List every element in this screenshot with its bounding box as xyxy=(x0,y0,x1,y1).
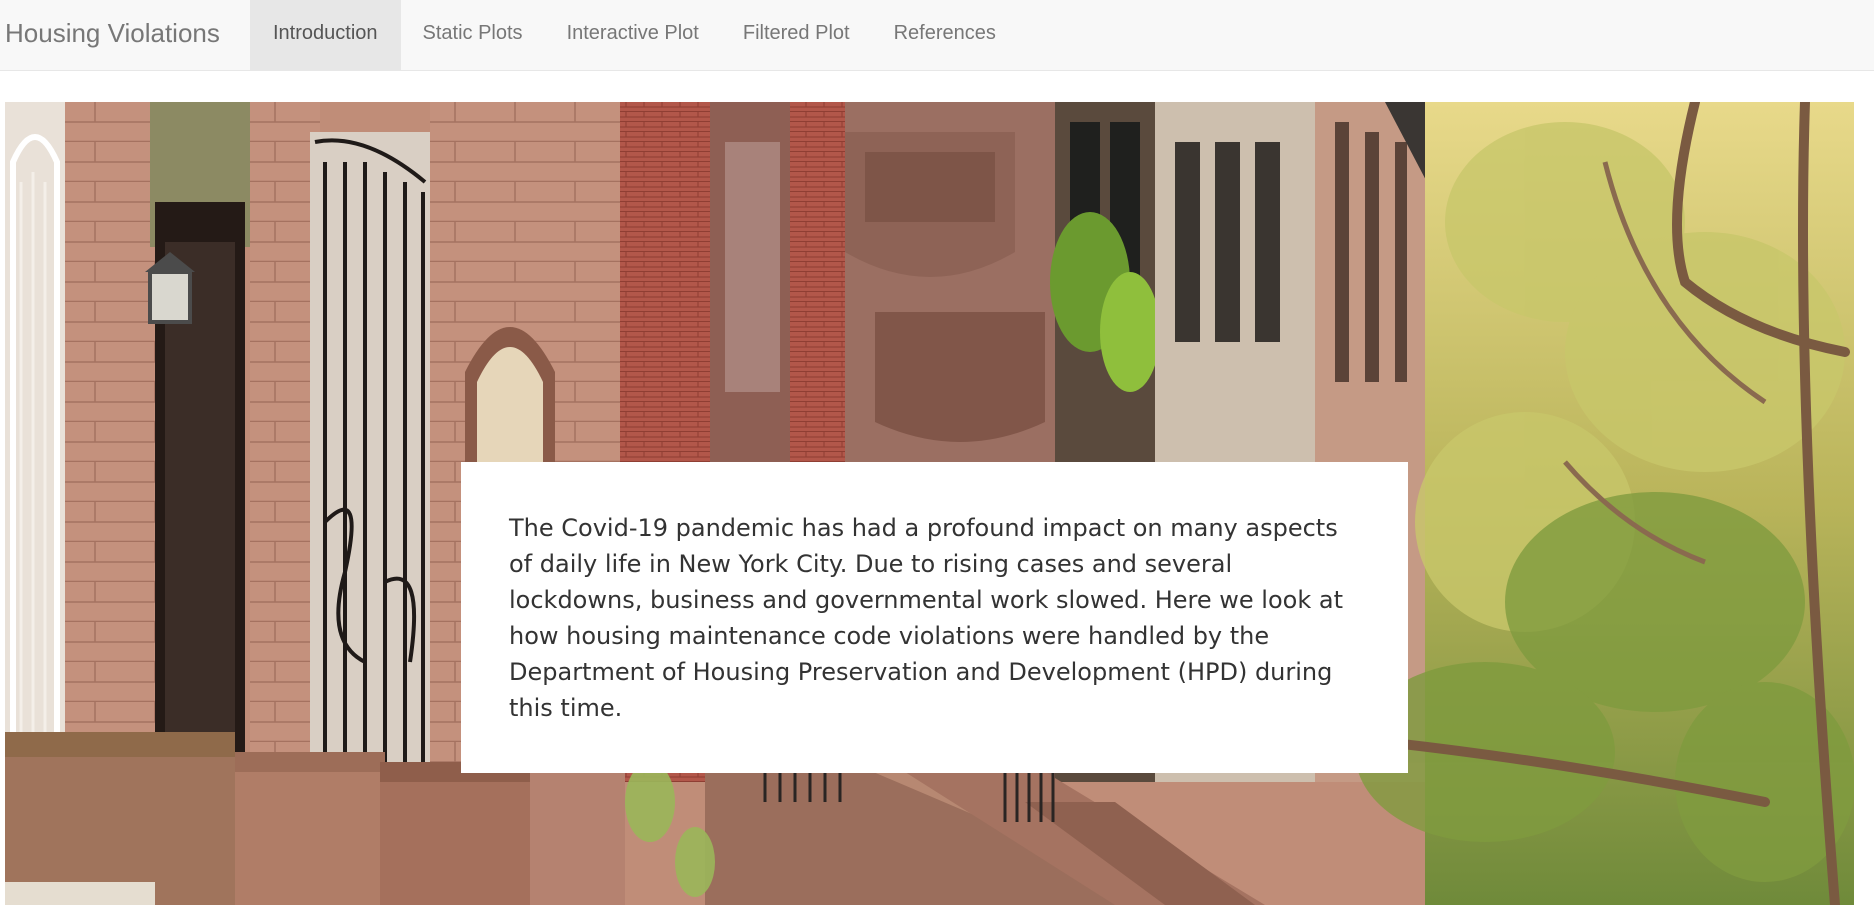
nav-tabs: Introduction Static Plots Interactive Pl… xyxy=(250,0,1018,70)
intro-text-panel: The Covid-19 pandemic has had a profound… xyxy=(461,462,1408,773)
top-navbar: Housing Violations Introduction Static P… xyxy=(0,0,1874,71)
tab-filtered-plot[interactable]: Filtered Plot xyxy=(721,0,872,70)
tab-introduction[interactable]: Introduction xyxy=(250,0,401,70)
brand-title[interactable]: Housing Violations xyxy=(5,0,220,70)
tab-references[interactable]: References xyxy=(872,0,1018,70)
tab-static-plots[interactable]: Static Plots xyxy=(401,0,545,70)
tab-interactive-plot[interactable]: Interactive Plot xyxy=(545,0,721,70)
intro-paragraph: The Covid-19 pandemic has had a profound… xyxy=(509,514,1343,722)
brownstone-street-hero-image: The Covid-19 pandemic has had a profound… xyxy=(5,102,1854,905)
